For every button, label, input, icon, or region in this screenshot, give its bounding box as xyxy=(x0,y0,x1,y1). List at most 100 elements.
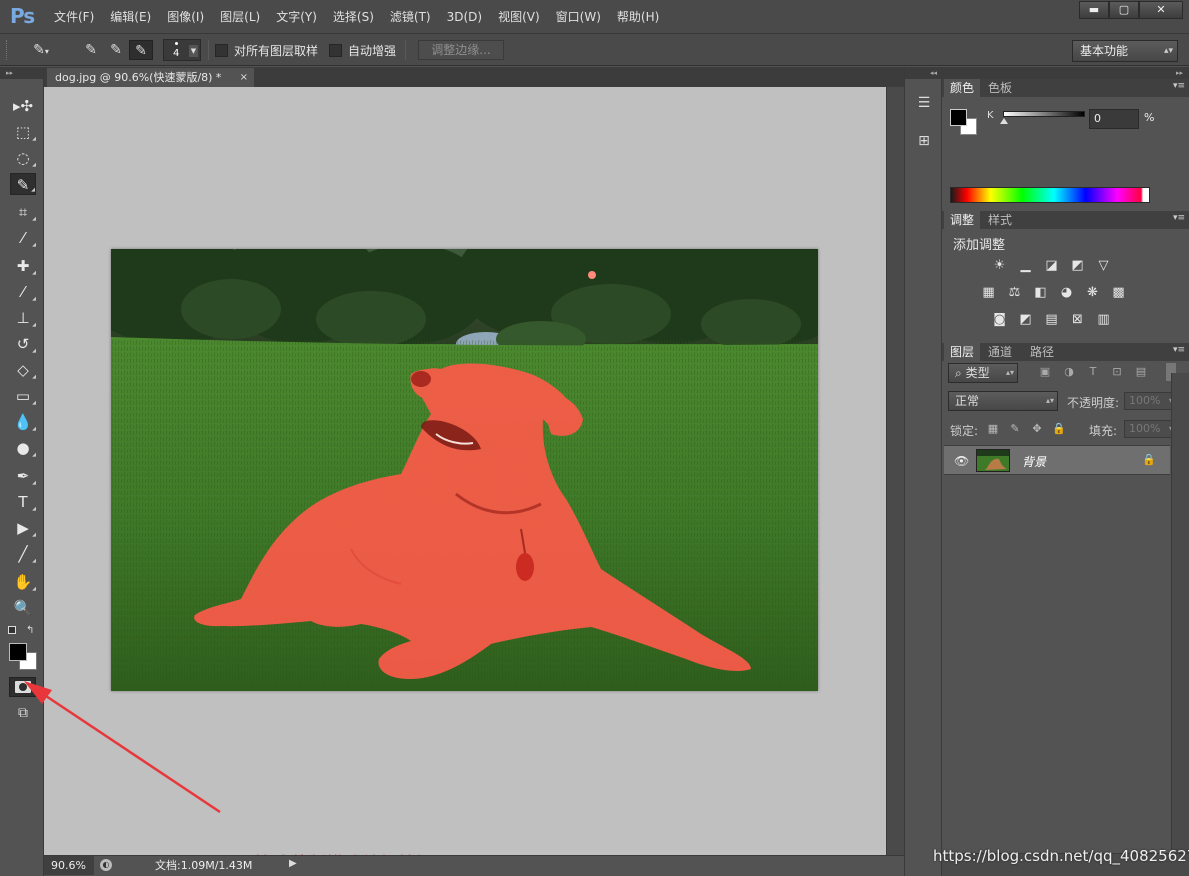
lock-position-icon[interactable]: ✥ xyxy=(1030,422,1044,436)
color-foreground-swatch[interactable] xyxy=(950,109,967,126)
tab-channels[interactable]: 通道 xyxy=(982,343,1018,361)
pen-tool[interactable]: ✒ ◢ xyxy=(10,465,36,487)
color-balance-icon[interactable]: ⚖ xyxy=(1006,284,1023,301)
maximize-button[interactable]: ▢ xyxy=(1109,1,1139,19)
tab-styles[interactable]: 样式 xyxy=(982,211,1018,229)
swap-colors-icon[interactable]: ↰ xyxy=(26,625,34,636)
menu-edit[interactable]: 编辑(E) xyxy=(102,9,159,25)
menu-type[interactable]: 文字(Y) xyxy=(268,9,325,25)
type-filter-icon[interactable]: T xyxy=(1086,365,1100,379)
status-menu-arrow[interactable]: ▶ xyxy=(289,858,297,869)
black-white-icon[interactable]: ◧ xyxy=(1032,284,1049,301)
tab-swatches[interactable]: 色板 xyxy=(982,79,1018,97)
zoom-tool[interactable]: 🔍 xyxy=(10,597,36,619)
layer-filter-select[interactable]: ⌕ 类型 ▴▾ xyxy=(948,363,1018,383)
path-select-tool[interactable]: ▶ ◢ xyxy=(10,517,36,539)
curves-icon[interactable]: ◪ xyxy=(1043,257,1060,274)
line-tool[interactable]: ╱ ◢ xyxy=(10,543,36,565)
tools-panel-collapse[interactable]: ▸▸ xyxy=(0,67,43,79)
color-lookup-icon[interactable]: ▩ xyxy=(1110,284,1127,301)
marquee-tool[interactable]: ⬚ ◢ xyxy=(10,121,36,143)
hue-saturation-icon[interactable]: ▦ xyxy=(980,284,997,301)
canvas-area[interactable]: 快速蒙版模式编辑按钮 xyxy=(44,87,886,875)
blur-tool[interactable]: 💧 ◢ xyxy=(10,411,36,433)
canvas-vertical-scrollbar[interactable] xyxy=(886,87,904,855)
gradient-map-icon[interactable]: ▥ xyxy=(1095,311,1112,328)
healing-tool[interactable]: ✚ ◢ xyxy=(10,255,36,277)
new-selection-button[interactable]: ✎ xyxy=(79,40,103,60)
auto-enhance-checkbox[interactable] xyxy=(329,44,342,57)
channel-mixer-icon[interactable]: ❋ xyxy=(1084,284,1101,301)
panel-menu-icon[interactable]: ▾≡ xyxy=(1173,213,1185,223)
properties-panel-button[interactable]: ⊞ xyxy=(912,129,936,153)
brightness-icon[interactable]: ☀ xyxy=(991,257,1008,274)
menu-help[interactable]: 帮助(H) xyxy=(609,9,667,25)
screen-mode-button[interactable]: ⧉ xyxy=(10,703,36,723)
adjustment-filter-icon[interactable]: ◑ xyxy=(1062,365,1076,379)
dock-collapse[interactable]: ◂◂ xyxy=(905,67,941,79)
fill-input[interactable]: 100% ▾ xyxy=(1124,420,1176,438)
gradient-tool[interactable]: ▭ ◢ xyxy=(10,385,36,407)
document-tab[interactable]: dog.jpg @ 90.6%(快速蒙版/8) * × xyxy=(47,68,254,87)
zoom-level[interactable]: 90.6% xyxy=(44,856,94,875)
quick-select-tool[interactable]: ✎ ◢ xyxy=(10,173,36,195)
k-value-input[interactable]: 0 xyxy=(1089,109,1139,129)
eyedropper-tool[interactable]: ⁄ ◢ xyxy=(10,227,36,249)
foreground-color-swatch[interactable] xyxy=(9,643,27,661)
lasso-tool[interactable]: ◌ ◢ xyxy=(10,147,36,169)
subtract-from-selection-button[interactable]: ✎ xyxy=(129,40,153,60)
default-colors-icon[interactable] xyxy=(8,626,16,634)
type-tool[interactable]: T ◢ xyxy=(10,491,36,513)
color-spectrum-bar[interactable] xyxy=(950,187,1150,203)
blend-mode-select[interactable]: 正常 ▴▾ xyxy=(948,391,1058,411)
panel-menu-icon[interactable]: ▾≡ xyxy=(1173,345,1185,355)
sample-all-layers-checkbox[interactable] xyxy=(215,44,228,57)
crop-tool[interactable]: ⌗ ◢ xyxy=(10,201,36,223)
layers-scrollbar[interactable] xyxy=(1171,373,1189,853)
opacity-input[interactable]: 100% ▾ xyxy=(1124,392,1176,410)
menu-filter[interactable]: 滤镜(T) xyxy=(382,9,439,25)
visibility-eye-icon[interactable]: 👁 xyxy=(954,454,969,468)
hand-tool[interactable]: ✋ ◢ xyxy=(10,571,36,593)
exposure-icon[interactable]: ◩ xyxy=(1069,257,1086,274)
menu-select[interactable]: 选择(S) xyxy=(325,9,382,25)
eraser-tool[interactable]: ◇ ◢ xyxy=(10,359,36,381)
photo-filter-icon[interactable]: ◕ xyxy=(1058,284,1075,301)
refine-edge-button[interactable]: 调整边缘... xyxy=(418,40,504,60)
shape-filter-icon[interactable]: ⊡ xyxy=(1110,365,1124,379)
tab-layers[interactable]: 图层 xyxy=(944,343,981,361)
menu-view[interactable]: 视图(V) xyxy=(490,9,548,25)
lock-pixels-icon[interactable]: ✎ xyxy=(1008,422,1022,436)
tool-preset-picker[interactable]: ✎▾ xyxy=(22,40,60,60)
menu-image[interactable]: 图像(I) xyxy=(159,9,212,25)
stamp-tool[interactable]: ⊥ ◢ xyxy=(10,307,36,329)
selective-color-icon[interactable]: ⊠ xyxy=(1069,311,1086,328)
add-to-selection-button[interactable]: ✎ xyxy=(104,40,128,60)
quick-mask-mode-button[interactable] xyxy=(9,677,36,697)
dodge-tool[interactable]: ● ◢ xyxy=(10,437,36,459)
dog-photo-quick-mask[interactable] xyxy=(111,249,818,691)
minimize-button[interactable]: ▬ xyxy=(1079,1,1109,19)
move-tool[interactable]: ▸✣ xyxy=(10,95,36,117)
invert-icon[interactable]: ◙ xyxy=(991,311,1008,328)
tab-adjustments[interactable]: 调整 xyxy=(944,211,981,229)
panel-menu-icon[interactable]: ▾≡ xyxy=(1173,81,1185,91)
close-window-button[interactable]: ✕ xyxy=(1139,1,1183,19)
k-slider-thumb[interactable] xyxy=(1000,118,1008,124)
tab-color[interactable]: 颜色 xyxy=(944,79,981,97)
menu-window[interactable]: 窗口(W) xyxy=(548,9,609,25)
lock-transparent-icon[interactable]: ▦ xyxy=(986,422,1000,436)
menu-file[interactable]: 文件(F) xyxy=(46,9,102,25)
smart-object-filter-icon[interactable]: ▤ xyxy=(1134,365,1148,379)
menu-layer[interactable]: 图层(L) xyxy=(212,9,268,25)
levels-icon[interactable]: ▁ xyxy=(1017,257,1034,274)
brush-tool[interactable]: ⁄ ◢ xyxy=(10,281,36,303)
layer-row-background[interactable]: 👁 背景 🔒 xyxy=(944,445,1170,475)
history-panel-button[interactable]: ☰ xyxy=(912,91,936,115)
threshold-icon[interactable]: ▤ xyxy=(1043,311,1060,328)
brush-size-picker[interactable]: 4 ▼ xyxy=(163,39,201,61)
k-channel-slider[interactable] xyxy=(1003,111,1085,117)
menu-3d[interactable]: 3D(D) xyxy=(439,9,490,25)
lock-all-icon[interactable]: 🔒 xyxy=(1052,422,1066,436)
pixel-filter-icon[interactable]: ▣ xyxy=(1038,365,1052,379)
